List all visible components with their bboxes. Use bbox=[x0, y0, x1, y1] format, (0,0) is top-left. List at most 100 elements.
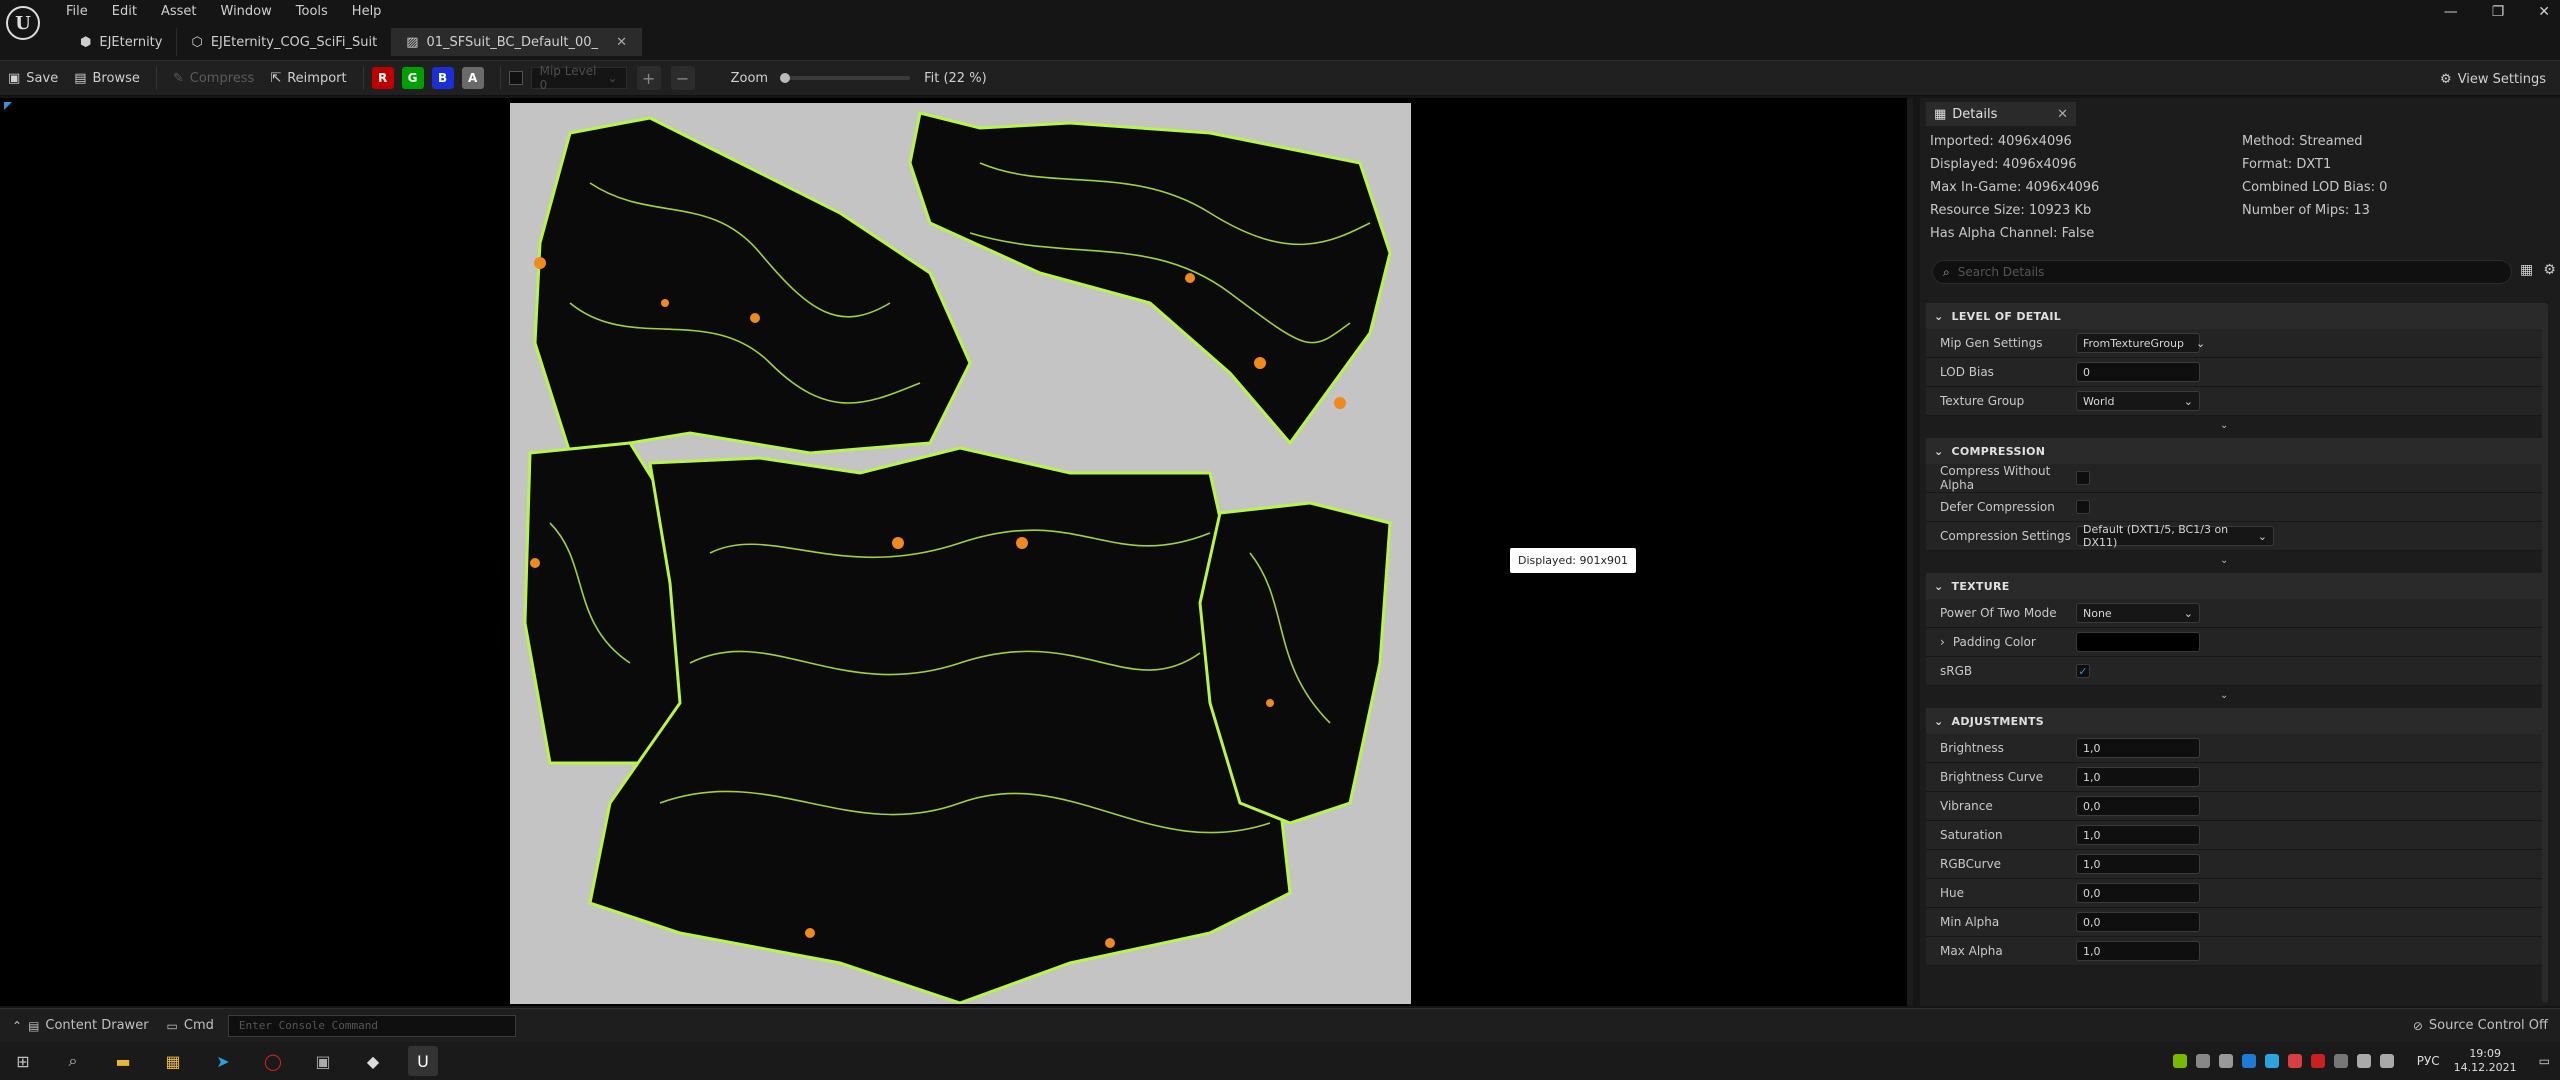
property-label: Defer Compression bbox=[1940, 500, 2055, 514]
volume-icon[interactable] bbox=[2379, 1054, 2394, 1068]
tray-icon[interactable] bbox=[2310, 1054, 2325, 1068]
power-of-two-dropdown[interactable]: None ⌄ bbox=[2076, 603, 2200, 623]
store-icon[interactable]: ▦ bbox=[158, 1046, 188, 1076]
expand-advanced-icon[interactable]: ⌄ bbox=[2220, 420, 2228, 431]
tab-cog-scifi-suit[interactable]: ⬡ EJEternity_COG_SciFi_Suit bbox=[177, 28, 393, 56]
tray-icon[interactable] bbox=[2218, 1054, 2233, 1068]
tab-texture[interactable]: ▨ 01_SFSuit_BC_Default_00_ ✕ bbox=[392, 28, 642, 56]
minimize-button[interactable]: — bbox=[2444, 4, 2458, 20]
menu-asset[interactable]: Asset bbox=[161, 4, 197, 19]
hue-input[interactable]: 0,0 bbox=[2076, 883, 2200, 903]
document-tabs: ⬢ EJEternity ⬡ EJEternity_COG_SciFi_Suit… bbox=[66, 28, 642, 56]
start-icon[interactable]: ⊞ bbox=[8, 1046, 38, 1076]
grid-view-icon[interactable]: ▦ bbox=[2520, 262, 2533, 278]
clock[interactable]: 19:09 14.12.2021 bbox=[2454, 1047, 2517, 1075]
channel-r-toggle[interactable]: R bbox=[371, 67, 394, 89]
texture-group-dropdown[interactable]: World ⌄ bbox=[2076, 391, 2200, 411]
menu-file[interactable]: File bbox=[66, 4, 88, 19]
details-tab[interactable]: ▦ Details ✕ bbox=[1926, 102, 2076, 126]
section-compression[interactable]: ⌄ COMPRESSION bbox=[1926, 438, 2546, 464]
saturation-input[interactable]: 1,0 bbox=[2076, 825, 2200, 845]
defer-compression-checkbox[interactable] bbox=[2076, 500, 2090, 514]
lod-bias-input[interactable]: 0 bbox=[2076, 362, 2200, 382]
padding-color-swatch[interactable] bbox=[2076, 632, 2200, 652]
texture-preview bbox=[510, 103, 1411, 1004]
file-explorer-icon[interactable]: ▬ bbox=[108, 1046, 138, 1076]
channel-g-toggle[interactable]: G bbox=[401, 67, 424, 89]
vibrance-input[interactable]: 0,0 bbox=[2076, 796, 2200, 816]
menu-help[interactable]: Help bbox=[352, 4, 382, 19]
mip-level-dropdown[interactable]: Mip Level 0 ⌄ bbox=[530, 64, 627, 92]
srgb-checkbox[interactable]: ✓ bbox=[2076, 664, 2090, 678]
property-label: Compress Without Alpha bbox=[1940, 464, 2051, 492]
chevron-right-icon[interactable]: › bbox=[1940, 635, 1945, 649]
channel-a-toggle[interactable]: A bbox=[461, 67, 484, 89]
channel-b-toggle[interactable]: B bbox=[431, 67, 454, 89]
min-alpha-input[interactable]: 0,0 bbox=[2076, 912, 2200, 932]
language-indicator[interactable]: РУС bbox=[2417, 1054, 2440, 1068]
fit-zoom-label[interactable]: Fit (22 %) bbox=[924, 71, 987, 86]
compression-settings-dropdown[interactable]: Default (DXT1/5, BC1/3 on DX11) ⌄ bbox=[2076, 523, 2274, 549]
tray-icon[interactable] bbox=[2264, 1054, 2279, 1068]
tray-icon[interactable] bbox=[2287, 1054, 2302, 1068]
close-icon[interactable]: ✕ bbox=[2057, 107, 2068, 122]
notifications-icon[interactable]: ▭ bbox=[2539, 1054, 2550, 1068]
menu-tools[interactable]: Tools bbox=[296, 4, 328, 19]
texture-viewport[interactable]: Displayed: 901x901 bbox=[0, 98, 1913, 1006]
property-label: Min Alpha bbox=[1940, 915, 2000, 929]
zoom-slider-handle[interactable] bbox=[780, 73, 791, 83]
zoom-out-button[interactable]: − bbox=[670, 66, 695, 90]
max-alpha-input[interactable]: 1,0 bbox=[2076, 941, 2200, 961]
save-button[interactable]: ▣ Save bbox=[0, 63, 66, 93]
gear-icon[interactable]: ⚙ bbox=[2543, 262, 2556, 278]
expand-advanced-icon[interactable]: ⌄ bbox=[2220, 555, 2228, 566]
mip-checkbox[interactable] bbox=[508, 71, 523, 85]
close-icon[interactable]: ✕ bbox=[616, 35, 627, 50]
search-placeholder: Search Details bbox=[1957, 265, 2045, 279]
unreal-editor-icon[interactable]: U bbox=[408, 1046, 438, 1076]
reimport-icon: ⇱ bbox=[270, 70, 282, 86]
section-adjustments[interactable]: ⌄ ADJUSTMENTS bbox=[1926, 708, 2546, 734]
compress-without-alpha-checkbox[interactable] bbox=[2076, 471, 2090, 485]
expand-advanced-icon[interactable]: ⌄ bbox=[2220, 690, 2228, 701]
tray-icon[interactable] bbox=[2195, 1054, 2210, 1068]
console-command-input[interactable]: Enter Console Command bbox=[227, 1014, 516, 1037]
search-icon[interactable]: ⌕ bbox=[58, 1046, 88, 1076]
epic-games-icon[interactable]: ◆ bbox=[358, 1046, 388, 1076]
section-texture[interactable]: ⌄ TEXTURE bbox=[1926, 573, 2546, 599]
app-icon[interactable]: ▣ bbox=[308, 1046, 338, 1076]
nvidia-icon[interactable] bbox=[2172, 1054, 2187, 1068]
maximize-button[interactable]: ❐ bbox=[2492, 4, 2505, 20]
folder-icon: ▤ bbox=[74, 70, 87, 86]
clock-date: 14.12.2021 bbox=[2453, 1061, 2517, 1074]
compress-button[interactable]: ✎ Compress bbox=[165, 63, 262, 93]
source-control-button[interactable]: ⊘ Source Control Off bbox=[2413, 1018, 2548, 1033]
tray-icon[interactable] bbox=[2333, 1054, 2348, 1068]
unreal-logo-icon[interactable]: U bbox=[6, 6, 40, 40]
close-window-button[interactable]: ✕ bbox=[2538, 4, 2550, 20]
brightness-input[interactable]: 1,0 bbox=[2076, 738, 2200, 758]
info-resource-size: Resource Size: 10923 Kb bbox=[1930, 203, 2092, 218]
section-level-of-detail[interactable]: ⌄ LEVEL OF DETAIL bbox=[1926, 303, 2546, 329]
menu-window[interactable]: Window bbox=[221, 4, 272, 19]
brightness-curve-input[interactable]: 1,0 bbox=[2076, 767, 2200, 787]
network-icon[interactable] bbox=[2356, 1054, 2371, 1068]
zoom-slider[interactable] bbox=[780, 73, 911, 83]
tray-icon[interactable] bbox=[2241, 1054, 2256, 1068]
cmd-button[interactable]: ▭ Cmd bbox=[167, 1018, 214, 1033]
menu-edit[interactable]: Edit bbox=[112, 4, 137, 19]
browse-button[interactable]: ▤ Browse bbox=[66, 63, 148, 93]
viewport-corner-marker bbox=[4, 102, 12, 110]
zoom-in-button[interactable]: + bbox=[636, 66, 661, 90]
reimport-button[interactable]: ⇱ Reimport bbox=[262, 63, 354, 93]
rgbcurve-input[interactable]: 1,0 bbox=[2076, 854, 2200, 874]
row-power-of-two-mode: Power Of Two Mode None ⌄ bbox=[1926, 599, 2546, 628]
opera-icon[interactable]: ◯ bbox=[258, 1046, 288, 1076]
mip-gen-dropdown[interactable]: FromTextureGroup ⌄ bbox=[2076, 333, 2205, 353]
view-settings-button[interactable]: ⚙ View Settings bbox=[2440, 61, 2546, 97]
content-drawer-button[interactable]: ⌃ ▤ Content Drawer bbox=[12, 1018, 149, 1033]
search-details-input[interactable]: ⌕ Search Details bbox=[1932, 260, 2512, 284]
details-scrollbar[interactable] bbox=[2542, 303, 2548, 1003]
tab-ejeternity[interactable]: ⬢ EJEternity bbox=[66, 28, 178, 56]
telegram-icon[interactable]: ➤ bbox=[208, 1046, 238, 1076]
